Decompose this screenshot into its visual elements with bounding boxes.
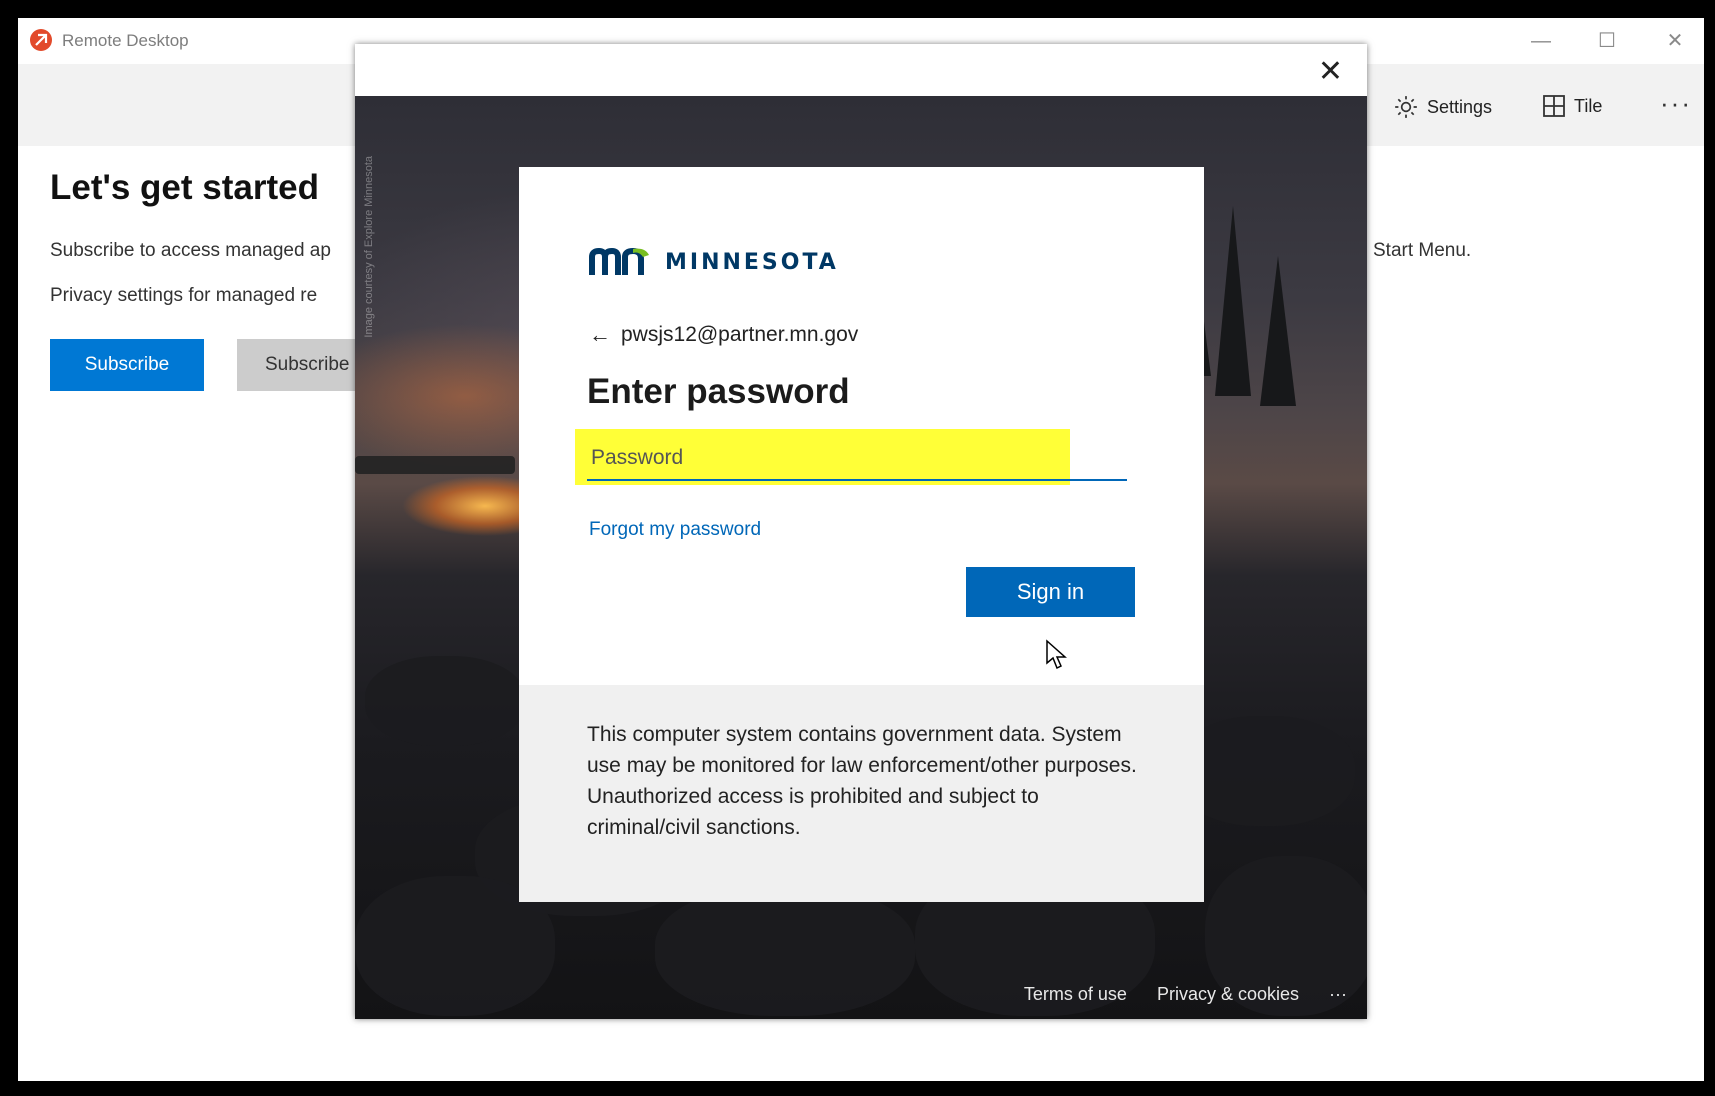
- footer-more-button[interactable]: ···: [1329, 984, 1347, 1005]
- remote-desktop-logo-icon: [30, 29, 52, 51]
- welcome-line-1: Subscribe to access managed ap: [50, 240, 331, 261]
- account-back-row[interactable]: ← pwsjs12@partner.mn.gov: [589, 322, 858, 348]
- password-input[interactable]: [587, 437, 1127, 481]
- minnesota-wordmark: MINNESOTA: [665, 249, 839, 275]
- tile-icon: [1543, 95, 1565, 117]
- window-title: Remote Desktop: [62, 31, 189, 50]
- maximize-icon[interactable]: ☐: [1592, 26, 1622, 56]
- tile-label: Tile: [1574, 95, 1603, 116]
- dialog-footer-links: Terms of use Privacy & cookies ···: [1024, 984, 1347, 1005]
- back-arrow-icon[interactable]: ←: [589, 322, 611, 348]
- settings-button[interactable]: Settings: [1393, 94, 1492, 120]
- dialog-close-icon[interactable]: ✕: [1318, 54, 1343, 89]
- welcome-heading: Let's get started: [50, 168, 319, 207]
- more-options-button[interactable]: ···: [1660, 88, 1692, 119]
- forgot-password-link[interactable]: Forgot my password: [589, 519, 761, 541]
- subscribe-button[interactable]: Subscribe: [50, 339, 204, 391]
- privacy-cookies-link[interactable]: Privacy & cookies: [1157, 984, 1299, 1005]
- welcome-line-2: Privacy settings for managed re: [50, 285, 318, 306]
- minnesota-logo: MINNESOTA: [589, 247, 839, 277]
- government-disclaimer: This computer system contains government…: [587, 723, 1137, 839]
- mouse-cursor-icon: [1046, 639, 1067, 670]
- tile-button[interactable]: Tile: [1542, 94, 1602, 118]
- enter-password-title: Enter password: [587, 372, 850, 411]
- account-email: pwsjs12@partner.mn.gov: [621, 323, 859, 346]
- terms-of-use-link[interactable]: Terms of use: [1024, 984, 1127, 1005]
- start-menu-text: Start Menu.: [1373, 240, 1472, 261]
- gear-icon: [1395, 96, 1417, 118]
- settings-label: Settings: [1427, 96, 1493, 117]
- minimize-icon[interactable]: —: [1526, 26, 1556, 56]
- mn-logo-icon: [589, 247, 649, 275]
- login-card: MINNESOTA ← pwsjs12@partner.mn.gov Enter…: [519, 167, 1204, 902]
- sign-in-button[interactable]: Sign in: [966, 567, 1135, 617]
- close-window-icon[interactable]: ✕: [1660, 26, 1690, 56]
- photo-credit: Image courtesy of Explore Minnesota: [363, 156, 375, 338]
- sign-in-dialog: ✕ Image courtesy of Explore Minnesota Te…: [355, 44, 1367, 1019]
